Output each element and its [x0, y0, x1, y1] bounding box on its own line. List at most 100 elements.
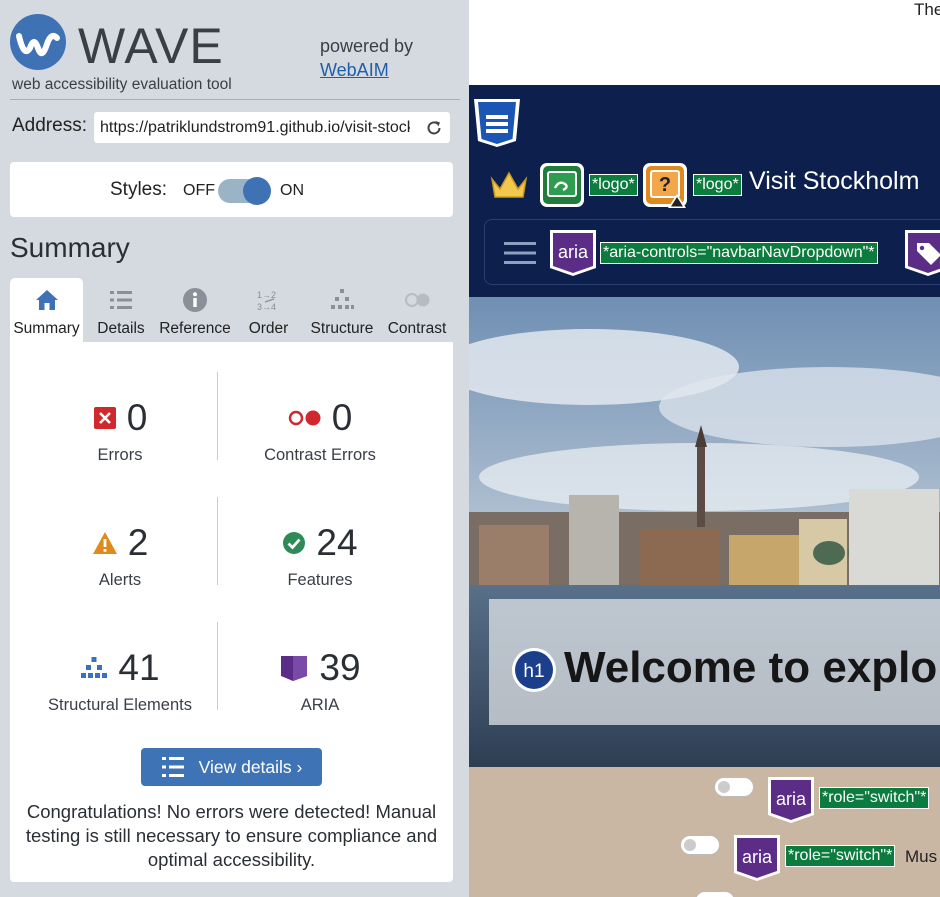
aria-badge-label: aria: [558, 242, 589, 262]
wave-title: WAVE: [78, 18, 224, 74]
structure-icon: [331, 289, 354, 309]
tab-label: Reference: [159, 320, 231, 337]
stat-structural-elements[interactable]: 41 Structural Elements: [20, 646, 220, 715]
switch-knob: [718, 781, 730, 793]
tab-structure[interactable]: Structure: [305, 278, 379, 342]
hero-heading: Welcome to explor: [564, 643, 940, 692]
image-alert-icon[interactable]: ?: [642, 162, 688, 208]
css-icon[interactable]: [472, 97, 522, 149]
stat-alerts[interactable]: 2 Alerts: [20, 521, 220, 590]
address-bar: Address:: [12, 112, 452, 144]
tab-summary[interactable]: Summary: [10, 278, 83, 342]
tab-details[interactable]: Details: [85, 278, 157, 342]
stat-contrast-errors[interactable]: 0 Contrast Errors: [220, 396, 420, 465]
errors-label: Errors: [97, 446, 143, 464]
logo-tag[interactable]: *logo*: [693, 174, 742, 196]
info-icon: [183, 288, 207, 312]
alert-icon: [92, 532, 117, 554]
aria-label: ARIA: [300, 696, 340, 714]
aria-count: 39: [319, 647, 361, 688]
stat-features[interactable]: 24 Features: [220, 521, 420, 590]
features-label: Features: [287, 571, 353, 589]
errors-count: 0: [126, 397, 148, 438]
tab-label: Summary: [13, 320, 80, 337]
styles-off-label: OFF: [183, 182, 215, 199]
image-icon[interactable]: [539, 162, 585, 208]
hamburger-menu-icon[interactable]: [504, 240, 536, 266]
music-label: Mus: [905, 847, 938, 866]
features-count: 24: [316, 522, 358, 563]
settings-area: aria *role="switch"* aria *role="switch"…: [469, 767, 940, 897]
aria-controls-tag[interactable]: *aria-controls="navbarNavDropdown"*: [600, 242, 878, 264]
aria-badge-label: aria: [776, 789, 807, 809]
address-box: [94, 112, 450, 143]
switch-toggle[interactable]: [714, 777, 754, 797]
tab-label: Details: [97, 320, 145, 337]
summary-heading: Summary: [10, 232, 130, 263]
styles-toggle-panel: Styles: OFF ON: [10, 162, 453, 217]
switch-toggle[interactable]: [695, 891, 735, 897]
powered-by-text: powered by: [320, 36, 414, 56]
svg-text:1→2: 1→2: [257, 290, 276, 300]
tab-label: Contrast: [387, 320, 447, 337]
contrast-icon: [405, 293, 430, 307]
styles-toggle-knob[interactable]: [243, 177, 271, 205]
alerts-count: 2: [127, 522, 149, 563]
aria-badge-icon[interactable]: aria: [548, 228, 598, 278]
tab-contrast[interactable]: Contrast: [381, 278, 453, 342]
wave-header: WAVE web accessibility evaluation tool p…: [10, 14, 460, 100]
hero-section: h1 Welcome to explor: [469, 297, 940, 767]
summary-card: 0 Errors 0 Contrast Errors 2 Alerts 24 F…: [10, 342, 453, 882]
view-details-label: View details ›: [198, 756, 303, 777]
webaim-link[interactable]: WebAIM: [320, 58, 413, 82]
site-title[interactable]: Visit Stockholm: [749, 167, 919, 196]
switch-toggle[interactable]: [680, 835, 720, 855]
h1-icon[interactable]: h1: [511, 647, 557, 693]
contrast-errors-label: Contrast Errors: [264, 446, 376, 464]
structural-elements-label: Structural Elements: [48, 696, 192, 714]
styles-on-label: ON: [280, 182, 304, 199]
congratulations-message: Congratulations! No errors were detected…: [25, 801, 438, 870]
switch-knob: [684, 839, 696, 851]
nav-container: aria *aria-controls="navbarNavDropdown"*: [484, 219, 940, 285]
order-icon: 1→2 3→4: [257, 290, 276, 312]
feature-icon: [283, 532, 306, 554]
structure-icon: [81, 657, 108, 678]
logo-tag[interactable]: *logo*: [589, 174, 638, 196]
hero-overlay: h1 Welcome to explor: [489, 599, 940, 725]
tab-order[interactable]: 1→2 3→4 Order: [234, 278, 303, 342]
aria-icon: [281, 656, 308, 681]
tab-label: Structure: [310, 320, 374, 337]
wave-logo-icon: [10, 14, 66, 70]
aria-badge-icon[interactable]: aria: [766, 775, 816, 825]
svg-text:?: ?: [659, 174, 671, 196]
tag-icon[interactable]: [903, 228, 940, 278]
home-icon: [35, 290, 58, 310]
structural-elements-count: 41: [118, 647, 160, 688]
site-navbar: *logo* ? *logo* Visit Stockholm aria *ar…: [469, 85, 940, 297]
role-switch-tag[interactable]: *role="switch"*: [785, 845, 896, 867]
wave-sidebar: WAVE web accessibility evaluation tool p…: [0, 0, 469, 897]
h1-label: h1: [523, 661, 544, 682]
styles-toggle[interactable]: [218, 177, 271, 205]
aria-badge-label: aria: [742, 847, 773, 867]
alerts-label: Alerts: [98, 571, 142, 589]
powered-by: powered by WebAIM: [320, 34, 413, 82]
contrast-error-icon: [288, 410, 321, 426]
svg-text:3→4: 3→4: [257, 302, 276, 312]
crown-icon[interactable]: [489, 169, 529, 201]
tab-reference[interactable]: Reference: [158, 278, 232, 342]
error-icon: [93, 407, 116, 429]
stat-aria[interactable]: 39 ARIA: [220, 646, 420, 715]
address-input[interactable]: [94, 112, 416, 143]
list-icon: [110, 291, 132, 309]
aria-badge-icon[interactable]: aria: [732, 833, 782, 883]
panel-tabs: Summary Details Reference 1→2 3→4 Order: [10, 278, 453, 342]
reload-icon[interactable]: [425, 119, 443, 137]
role-switch-tag[interactable]: *role="switch"*: [819, 787, 930, 809]
stat-errors[interactable]: 0 Errors: [20, 396, 220, 465]
styles-label: Styles:: [110, 179, 168, 200]
tab-label: Order: [248, 320, 289, 337]
view-details-button[interactable]: View details ›: [141, 748, 322, 786]
site-preview: The *logo* ? *logo* Visit Stockholm aria…: [469, 0, 940, 897]
